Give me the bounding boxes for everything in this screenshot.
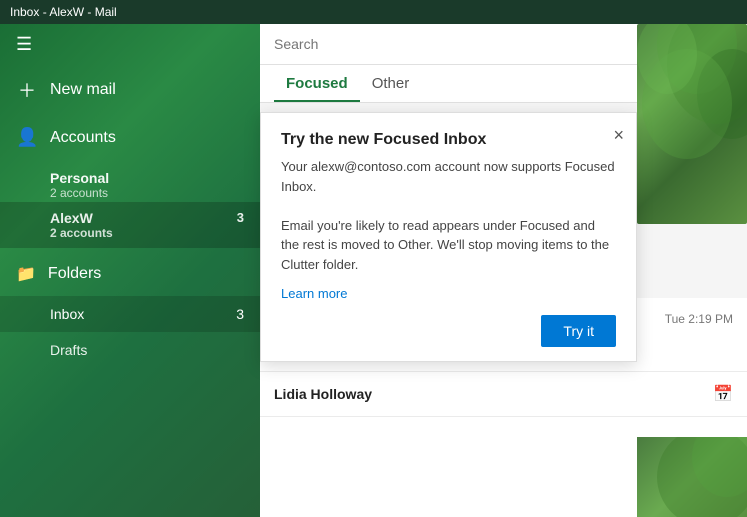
popup-body-line1: Your alexw@contoso.com account now suppo…	[281, 157, 616, 196]
nature-bg-bottom	[637, 437, 747, 517]
folder-icon: 📁	[16, 264, 36, 284]
new-mail-label: New mail	[50, 81, 116, 99]
popup-body-line2: Email you're likely to read appears unde…	[281, 216, 616, 275]
email-sender-1: Lidia Holloway	[274, 386, 372, 402]
personal-accounts-section: Personal 2 accounts AlexW 3 2 accounts	[0, 160, 260, 252]
drafts-label: Drafts	[50, 342, 87, 358]
personal-accounts-group: Personal 2 accounts	[0, 164, 260, 202]
main-content: 🔍 🔄 ☰ Focused Other All ▾ Try the new Fo…	[260, 24, 747, 517]
accounts-label: Accounts	[50, 129, 116, 147]
sidebar-header[interactable]: ☰	[0, 24, 260, 65]
inbox-label: Inbox	[50, 306, 84, 322]
personal-sub-label: 2 accounts	[50, 186, 244, 200]
folders-label: Folders	[48, 265, 101, 283]
title-bar: Inbox - AlexW - Mail	[0, 0, 747, 24]
personal-label: Personal	[50, 170, 244, 186]
person-icon: 👤	[16, 127, 38, 148]
window-title: Inbox - AlexW - Mail	[10, 5, 117, 19]
alexw-count: 3	[237, 210, 244, 225]
folders-nav-item[interactable]: 📁 Folders	[0, 252, 260, 296]
new-mail-button[interactable]: ＋ New mail	[0, 65, 260, 115]
try-it-button[interactable]: Try it	[541, 315, 616, 347]
tab-focused-label: Focused	[286, 75, 348, 92]
alexw-label: AlexW	[50, 210, 93, 226]
popup-close-button[interactable]: ×	[613, 125, 624, 146]
sidebar-content: ☰ ＋ New mail 👤 Accounts Personal 2 accou…	[0, 24, 260, 517]
tab-other-label: Other	[372, 75, 410, 92]
popup-title: Try the new Focused Inbox	[281, 131, 616, 149]
email-item-1[interactable]: Lidia Holloway 📅	[260, 372, 747, 417]
tab-focused[interactable]: Focused	[274, 65, 360, 102]
inbox-count: 3	[236, 306, 244, 322]
drafts-item[interactable]: Drafts	[0, 332, 260, 368]
tab-other[interactable]: Other	[360, 65, 422, 102]
alexw-account-item[interactable]: AlexW 3 2 accounts	[0, 202, 260, 248]
learn-more-link[interactable]: Learn more	[281, 286, 616, 301]
sidebar: ☰ ＋ New mail 👤 Accounts Personal 2 accou…	[0, 24, 260, 517]
accounts-nav-item[interactable]: 👤 Accounts	[0, 115, 260, 160]
hamburger-icon[interactable]: ☰	[16, 34, 32, 55]
nature-bg-top	[637, 24, 747, 224]
search-input[interactable]	[274, 36, 655, 52]
email-time-0: Tue 2:19 PM	[665, 312, 733, 326]
plus-icon: ＋	[16, 77, 38, 103]
popup-body: Your alexw@contoso.com account now suppo…	[281, 157, 616, 274]
main-container: ☰ ＋ New mail 👤 Accounts Personal 2 accou…	[0, 24, 747, 517]
inbox-item[interactable]: Inbox 3	[0, 296, 260, 332]
popup-actions: Try it	[281, 315, 616, 347]
alexw-sub: 2 accounts	[50, 226, 244, 240]
focused-inbox-popup: Try the new Focused Inbox × Your alexw@c…	[260, 112, 637, 362]
calendar-icon: 📅	[713, 384, 733, 404]
